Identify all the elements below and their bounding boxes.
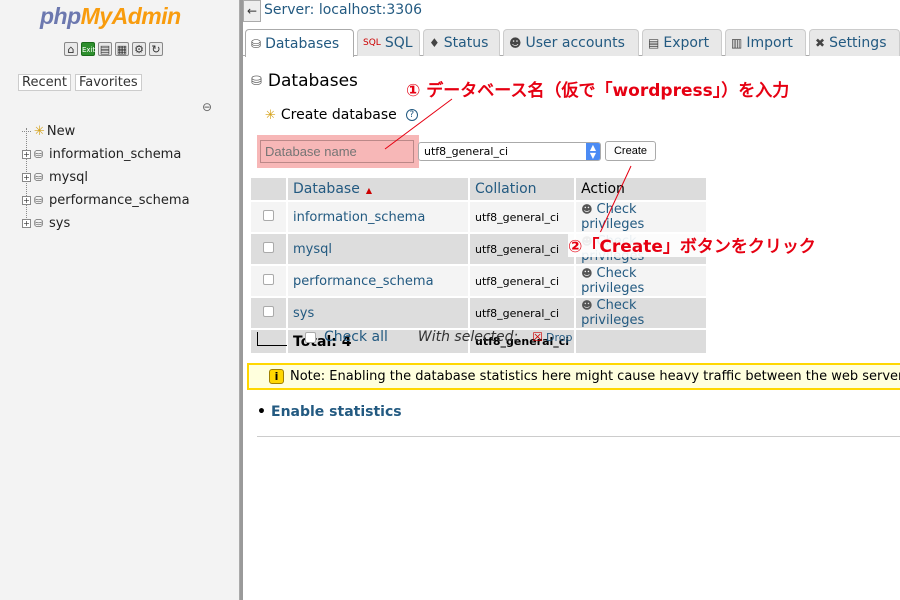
collation-column-header[interactable]: Collation [470,178,575,200]
database-icon: ⛁ [34,193,44,207]
nav-icon-bar: ⌂ Exit ▤ ▦ ⚙ ↻ [64,42,163,56]
checkbox-header [251,178,286,200]
collapse-panel-button[interactable]: ← [243,0,261,22]
arrow-up-icon [257,332,287,346]
expand-icon[interactable]: + [22,173,31,182]
settings-icon[interactable]: ⚙ [132,42,146,56]
new-icon: ✳ [34,124,45,139]
table-row: performance_schema utf8_general_ci ☻ Chec… [251,266,707,296]
database-tree: ✳ New + ⛁ information_schema + ⛁ mysql +… [22,120,190,235]
query-icon[interactable]: ▤ [98,42,112,56]
tree-item-new[interactable]: ✳ New [22,120,190,143]
recent-favorites-tabs: Recent Favorites [18,74,142,91]
database-icon: ⛁ [251,36,262,51]
tab-databases[interactable]: ⛁ Databases [245,29,354,57]
table-row: sys utf8_general_ci ☻ Check privileges [251,298,707,328]
row-checkbox[interactable] [263,273,274,285]
create-database-heading: ✳ Create database ? [265,107,418,123]
privileges-icon: ☻ [581,203,593,216]
reload-icon[interactable]: ↻ [149,42,163,56]
wrench-icon: ✖ [815,36,826,50]
annotation-step2: ②「Create」ボタンをクリック [568,232,816,257]
navigation-panel: phpMyAdmin ⌂ Exit ▤ ▦ ⚙ ↻ Recent Favorit… [0,0,240,600]
drop-link[interactable]: Drop [546,331,572,344]
database-icon: ⛁ [34,170,44,184]
tree-item-db[interactable]: + ⛁ mysql [22,166,190,189]
notice-banner: i Note: Enabling the database statistics… [247,363,900,390]
tab-sql[interactable]: SQL SQL [357,29,420,56]
collation-cell: utf8_general_ci [470,266,575,296]
database-link[interactable]: mysql [288,234,468,264]
sql-icon: SQL [363,38,381,48]
server-breadcrumb[interactable]: Server: localhost:3306 [264,2,422,18]
check-privileges-link[interactable]: ☻Check privileges [576,266,707,296]
exit-icon[interactable]: Exit [81,42,95,56]
collation-select[interactable]: utf8_general_ci ▲ ▼ [418,142,601,161]
database-link[interactable]: performance_schema [288,266,468,296]
row-checkbox[interactable] [263,241,274,253]
users-icon: ☻ [509,36,522,50]
collation-cell: utf8_general_ci [470,234,575,264]
database-icon: ⛁ [251,73,262,89]
sort-ascending-icon: ▲ [365,186,372,195]
privileges-icon: ☻ [581,299,593,312]
info-icon: i [269,369,284,384]
enable-statistics-link[interactable]: Enable statistics [257,404,402,420]
create-button[interactable]: Create [605,141,656,161]
database-link[interactable]: sys [288,298,468,328]
expand-icon[interactable]: + [22,150,31,159]
row-checkbox[interactable] [263,209,274,221]
import-icon: ▥ [731,36,743,50]
check-privileges-link[interactable]: ☻Check privileges [576,298,707,328]
status-icon: ♦ [429,36,440,50]
database-column-header[interactable]: Database ▲ [288,178,468,200]
recent-tab[interactable]: Recent [18,74,71,91]
tab-settings[interactable]: ✖ Settings [809,29,900,56]
database-icon: ⛁ [34,147,44,161]
phpmyadmin-logo[interactable]: phpMyAdmin [40,3,181,30]
link-icon[interactable]: ⊖ [202,100,212,114]
check-all-link[interactable]: Check all [324,329,388,345]
page-title: ⛁ Databases [251,71,358,91]
tab-user-accounts[interactable]: ☻ User accounts [503,29,639,56]
privileges-icon: ☻ [581,267,593,280]
tab-status[interactable]: ♦ Status [423,29,500,56]
favorites-tab[interactable]: Favorites [74,74,142,91]
check-all-checkbox[interactable] [305,331,316,343]
action-column-header: Action [576,178,707,200]
export-icon: ▤ [648,36,660,50]
check-privileges-link[interactable]: ☻Check privileges [576,202,707,232]
tab-export[interactable]: ▤ Export [642,29,722,56]
chevron-updown-icon: ▲ ▼ [586,143,600,160]
tree-item-db[interactable]: + ⛁ information_schema [22,143,190,166]
home-icon[interactable]: ⌂ [64,42,78,56]
help-icon[interactable]: ? [405,109,418,121]
docs-icon[interactable]: ▦ [115,42,129,56]
drop-icon[interactable]: ☒ [532,330,543,344]
collation-cell: utf8_general_ci [470,298,575,328]
database-icon: ⛁ [34,216,44,230]
divider [257,436,900,437]
annotation-step1: ① データベース名（仮で「wordpress」）を入力 [406,81,790,101]
expand-icon[interactable]: + [22,196,31,205]
with-selected-label: With selected: [417,329,519,345]
tab-import[interactable]: ▥ Import [725,29,806,56]
collation-cell: utf8_general_ci [470,202,575,232]
notice-text: Note: Enabling the database statistics h… [290,369,900,384]
database-name-input[interactable] [260,140,414,163]
bulk-actions: Check all With selected: ☒ Drop [257,329,572,346]
database-link[interactable]: information_schema [288,202,468,232]
table-row: information_schema utf8_general_ci ☻ Chec… [251,202,707,232]
tree-item-db[interactable]: + ⛁ performance_schema [22,189,190,212]
row-checkbox[interactable] [263,305,274,317]
tree-item-db[interactable]: + ⛁ sys [22,212,190,235]
expand-icon[interactable]: + [22,219,31,228]
top-menu-tabs: ⛁ Databases SQL SQL ♦ Status ☻ User accounts… [243,29,900,57]
tree-branch [22,131,31,132]
new-database-icon: ✳ [265,107,276,123]
